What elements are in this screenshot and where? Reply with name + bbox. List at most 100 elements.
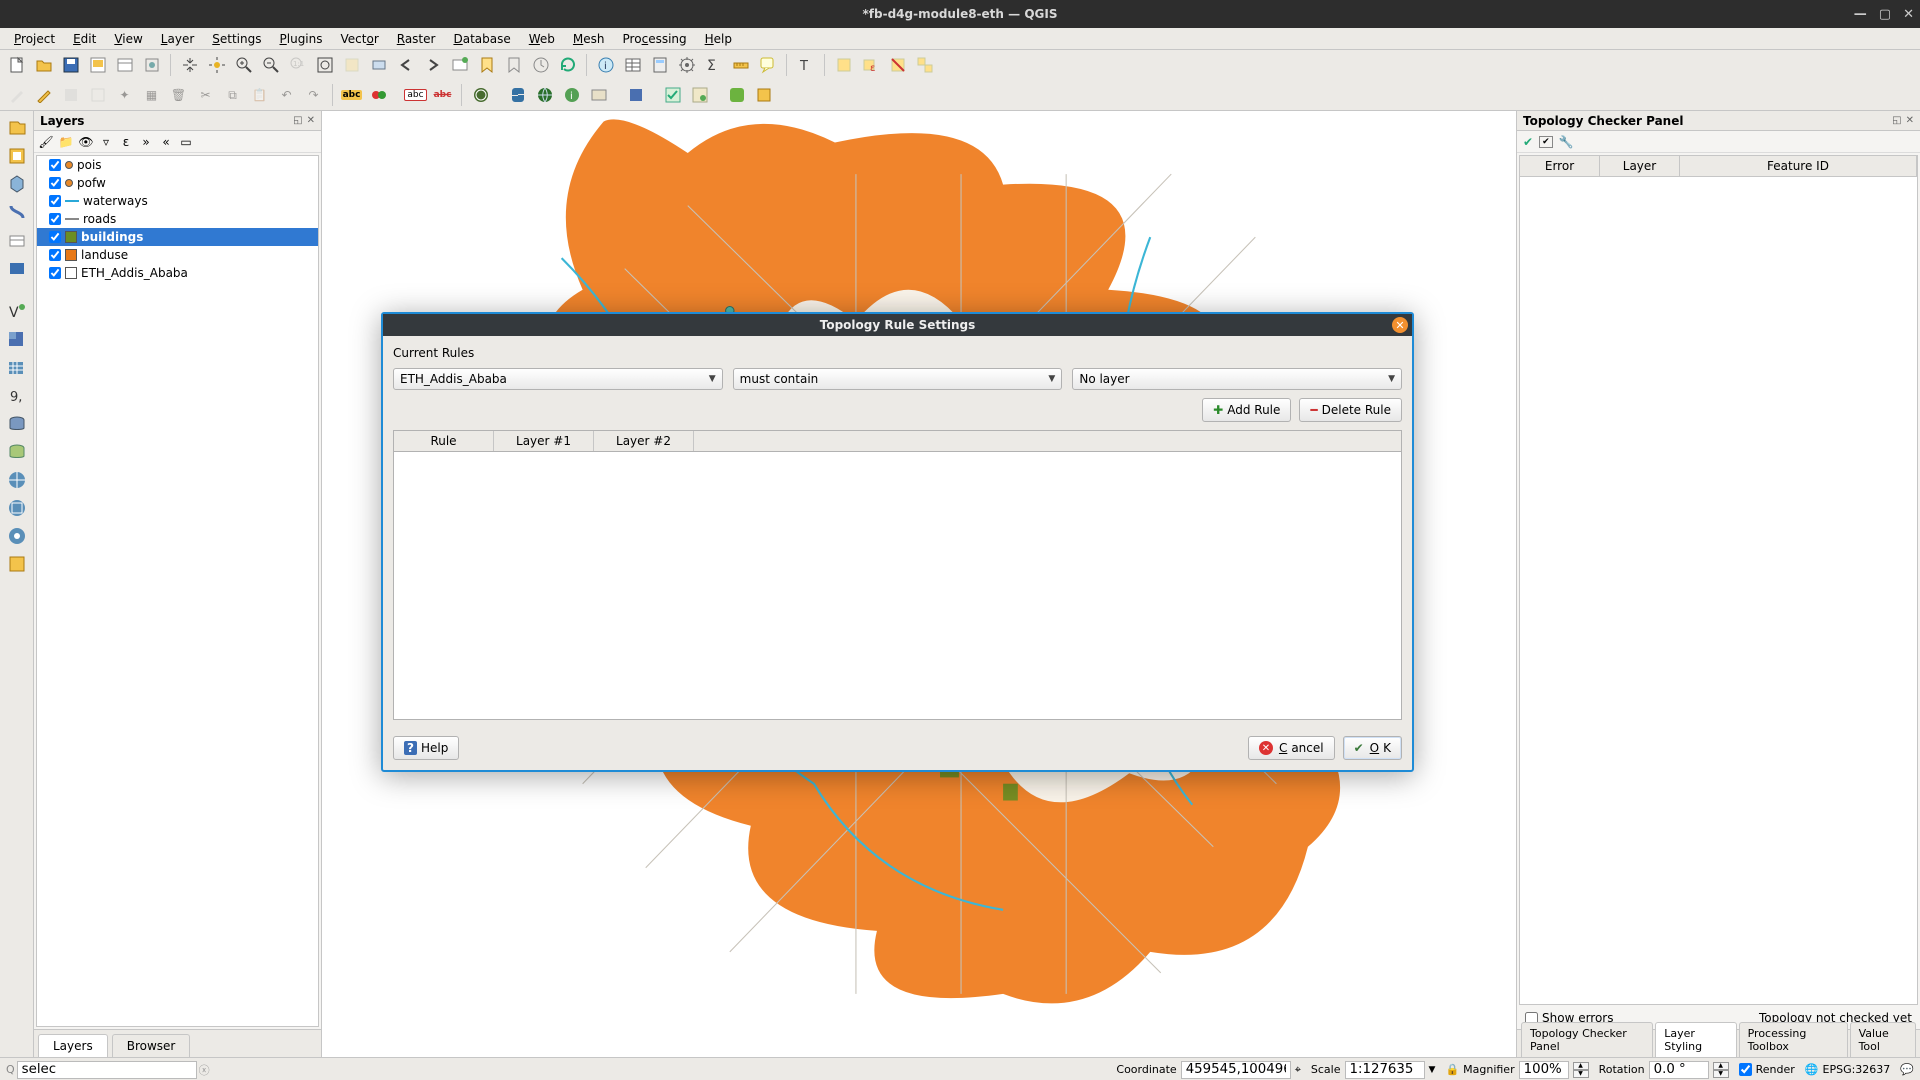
- new-bookmark-icon[interactable]: [474, 53, 499, 78]
- rule-layer1-select[interactable]: ETH_Addis_Ababa▼: [393, 368, 723, 390]
- save-project-icon[interactable]: [58, 53, 83, 78]
- zoom-in-icon[interactable]: [231, 53, 256, 78]
- layers-filter-icon[interactable]: ▿: [98, 134, 114, 150]
- layer-row-pofw[interactable]: pofw: [37, 174, 318, 192]
- menu-web[interactable]: Web: [521, 30, 563, 48]
- layer-row-ETH_Addis_Ababa[interactable]: ETH_Addis_Ababa: [37, 264, 318, 282]
- python-console-icon[interactable]: [505, 83, 530, 108]
- field-calculator-icon[interactable]: [647, 53, 672, 78]
- add-wcs-icon[interactable]: [4, 495, 30, 521]
- scale-dropdown-icon[interactable]: ▼: [1429, 1065, 1436, 1075]
- plugin-yellow-icon[interactable]: [751, 83, 776, 108]
- layers-style-icon[interactable]: 🖌: [38, 134, 54, 150]
- plugin-map-icon[interactable]: [586, 83, 611, 108]
- rule-type-select[interactable]: must contain▼: [733, 368, 1063, 390]
- select-by-value-icon[interactable]: ε: [858, 53, 883, 78]
- rotation-up-icon[interactable]: ▲: [1713, 1062, 1729, 1070]
- add-raster-icon[interactable]: [4, 327, 30, 353]
- locator-clear-icon[interactable]: ⓧ: [199, 1062, 210, 1078]
- new-map-view-icon[interactable]: [447, 53, 472, 78]
- zoom-layer-icon[interactable]: [366, 53, 391, 78]
- identify-icon[interactable]: i: [593, 53, 618, 78]
- layer-row-roads[interactable]: roads: [37, 210, 318, 228]
- add-vector-icon[interactable]: V: [4, 299, 30, 325]
- layer-visibility-checkbox[interactable]: [49, 159, 61, 171]
- scale-input[interactable]: [1345, 1061, 1425, 1079]
- layer-row-waterways[interactable]: waterways: [37, 192, 318, 210]
- cancel-button[interactable]: ✕Cancel: [1248, 736, 1335, 760]
- open-data-source-icon[interactable]: [4, 115, 30, 141]
- rules-table[interactable]: Rule Layer #1 Layer #2: [393, 430, 1402, 720]
- paste-icon[interactable]: 📋: [247, 83, 272, 108]
- temporal-controller-icon[interactable]: [528, 53, 553, 78]
- add-wfs-icon[interactable]: [4, 523, 30, 549]
- add-postgis-icon[interactable]: [4, 411, 30, 437]
- text-annotation-icon[interactable]: T: [793, 53, 818, 78]
- extents-toggle-icon[interactable]: ⌖: [1295, 1063, 1301, 1077]
- rotation-input[interactable]: [1649, 1061, 1709, 1079]
- add-spatialite-icon[interactable]: [4, 439, 30, 465]
- label-color-icon[interactable]: [366, 83, 391, 108]
- statistics-icon[interactable]: Σ: [701, 53, 726, 78]
- osm-globe-icon[interactable]: [532, 83, 557, 108]
- th-error[interactable]: Error: [1520, 156, 1600, 176]
- label-highlight-icon[interactable]: abc: [403, 83, 428, 108]
- topology-checker-icon[interactable]: [660, 83, 685, 108]
- select-features-icon[interactable]: [831, 53, 856, 78]
- cut-icon[interactable]: ✂: [193, 83, 218, 108]
- layer-row-pois[interactable]: pois: [37, 156, 318, 174]
- plugin-layers-icon[interactable]: [623, 83, 648, 108]
- show-bookmarks-icon[interactable]: [501, 53, 526, 78]
- layer-visibility-checkbox[interactable]: [49, 249, 61, 261]
- refresh-icon[interactable]: [555, 53, 580, 78]
- topology-results-table[interactable]: Error Layer Feature ID: [1519, 155, 1918, 1005]
- menu-project[interactable]: Project: [6, 30, 63, 48]
- add-delimited-icon[interactable]: 9,: [4, 383, 30, 409]
- magnifier-input[interactable]: [1519, 1061, 1569, 1079]
- zoom-next-icon[interactable]: [420, 53, 445, 78]
- pan-icon[interactable]: [177, 53, 202, 78]
- delete-selected-icon[interactable]: 🗑: [166, 83, 191, 108]
- processing-toolbox-icon[interactable]: [674, 53, 699, 78]
- layout-manager-icon[interactable]: [112, 53, 137, 78]
- magnifier-down-icon[interactable]: ▼: [1573, 1070, 1589, 1078]
- layer-row-landuse[interactable]: landuse: [37, 246, 318, 264]
- layers-add-group-icon[interactable]: 📁: [58, 134, 74, 150]
- open-project-icon[interactable]: [31, 53, 56, 78]
- layers-visibility-icon[interactable]: 👁: [78, 134, 94, 150]
- render-checkbox[interactable]: Render: [1739, 1063, 1795, 1076]
- layers-tree[interactable]: poispofwwaterwaysroadsbuildingslanduseET…: [36, 155, 319, 1027]
- rotation-down-icon[interactable]: ▼: [1713, 1070, 1729, 1078]
- ok-button[interactable]: ✔OK: [1343, 736, 1402, 760]
- zoom-full-icon[interactable]: [312, 53, 337, 78]
- geometry-checker-icon[interactable]: [687, 83, 712, 108]
- plugin-info-icon[interactable]: i: [559, 83, 584, 108]
- menu-database[interactable]: Database: [445, 30, 518, 48]
- layers-remove-icon[interactable]: ▭: [178, 134, 194, 150]
- new-shapefile-icon[interactable]: [4, 171, 30, 197]
- crs-label[interactable]: EPSG:32637: [1823, 1063, 1891, 1076]
- delete-rule-button[interactable]: ━Delete Rule: [1299, 398, 1402, 422]
- new-print-layout-icon[interactable]: [85, 53, 110, 78]
- messages-icon[interactable]: 💬: [1900, 1063, 1914, 1076]
- menu-view[interactable]: View: [106, 30, 150, 48]
- deselect-all-icon[interactable]: [885, 53, 910, 78]
- add-wms-icon[interactable]: [4, 467, 30, 493]
- new-geopackage-icon[interactable]: [4, 143, 30, 169]
- tab-layers[interactable]: Layers: [38, 1034, 108, 1057]
- menu-edit[interactable]: Edit: [65, 30, 104, 48]
- undo-icon[interactable]: ↶: [274, 83, 299, 108]
- th-layer2[interactable]: Layer #2: [594, 431, 694, 451]
- crs-icon[interactable]: 🌐: [1805, 1063, 1819, 1076]
- tab-layer-styling[interactable]: Layer Styling: [1655, 1022, 1736, 1057]
- menu-raster[interactable]: Raster: [389, 30, 444, 48]
- layer-visibility-checkbox[interactable]: [49, 267, 61, 279]
- add-feature-icon[interactable]: [85, 83, 110, 108]
- toggle-editing-icon[interactable]: [31, 83, 56, 108]
- tab-browser[interactable]: Browser: [112, 1034, 191, 1057]
- menu-help[interactable]: Help: [697, 30, 740, 48]
- menu-processing[interactable]: Processing: [615, 30, 695, 48]
- new-project-icon[interactable]: [4, 53, 29, 78]
- new-mesh-icon[interactable]: [4, 255, 30, 281]
- tab-value-tool[interactable]: Value Tool: [1850, 1022, 1916, 1057]
